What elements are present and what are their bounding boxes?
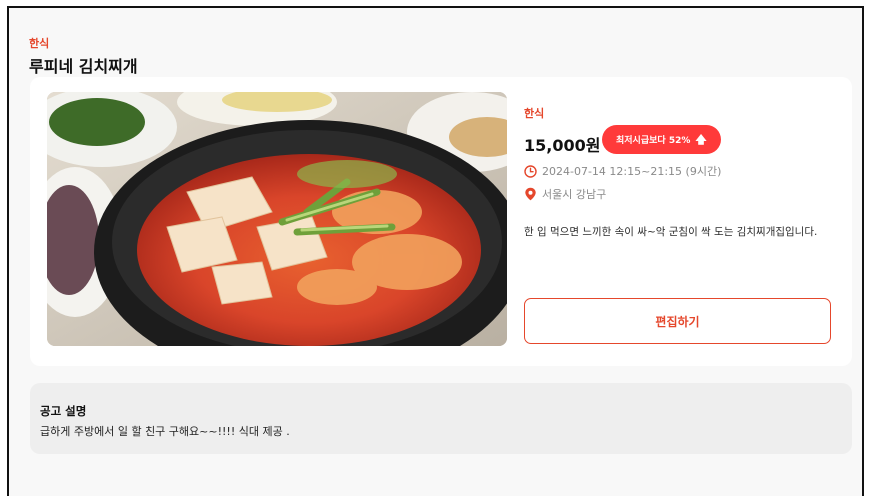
post-price: 15,000원: [524, 136, 601, 155]
post-description: 한 입 먹으면 느끼한 속이 싸~악 군침이 싹 도는 김치찌개집입니다.: [524, 226, 818, 238]
header-category: 한식: [29, 37, 50, 50]
food-photo: [47, 92, 507, 346]
badge-label: 최저시급보다 52%: [616, 136, 691, 146]
notice-section: 공고 설명 급하게 주방에서 일 할 친구 구해요~~!!!! 식대 제공 .: [30, 383, 852, 454]
work-time: 2024-07-14 12:15~21:15 (9시간): [524, 163, 721, 179]
page-frame: 한식 루피네 김치찌개 한식 15,000원 최저시급보다 52% 🡅 2024…: [7, 6, 864, 496]
edit-button[interactable]: 편집하기: [524, 298, 831, 344]
post-info: 한식 15,000원 최저시급보다 52% 🡅 2024-07-14 12:15…: [524, 77, 836, 366]
kimchi-stew-illustration: [47, 92, 507, 346]
clock-icon: [524, 164, 537, 178]
page-title: 루피네 김치찌개: [29, 57, 138, 76]
post-category: 한식: [524, 107, 545, 120]
work-location: 서울시 강남구: [524, 186, 606, 202]
work-time-text: 2024-07-14 12:15~21:15 (9시간): [542, 165, 722, 178]
work-location-text: 서울시 강남구: [542, 188, 607, 201]
arrow-up-icon: 🡅: [695, 133, 707, 146]
location-pin-icon: [525, 187, 536, 201]
job-post-card: 한식 15,000원 최저시급보다 52% 🡅 2024-07-14 12:15…: [30, 77, 852, 366]
notice-body: 급하게 주방에서 일 할 친구 구해요~~!!!! 식대 제공 .: [40, 425, 290, 438]
notice-title: 공고 설명: [40, 404, 87, 418]
wage-comparison-badge: 최저시급보다 52% 🡅: [602, 125, 721, 154]
